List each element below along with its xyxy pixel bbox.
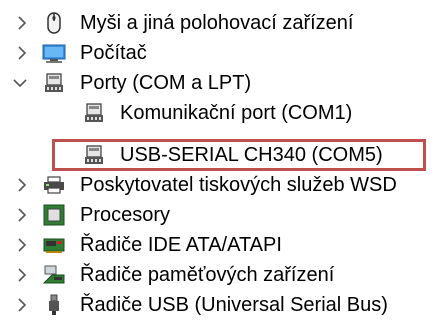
tree-item-label: Procesory: [80, 204, 171, 226]
port-icon: [82, 143, 106, 167]
chevron-right-icon[interactable]: [14, 177, 30, 193]
port-icon: [82, 101, 106, 125]
tree-item-storage-controllers[interactable]: Řadiče paměťových zařízení: [0, 260, 446, 290]
storage-controller-icon: [42, 263, 66, 287]
chevron-right-icon[interactable]: [14, 15, 30, 31]
tree-item-mice[interactable]: Myši a jiná polohovací zařízení: [0, 8, 446, 38]
processor-icon: [42, 203, 66, 227]
tree-item-label: Komunikační port (COM1): [120, 102, 353, 124]
tree-item-usb-serial-ch340[interactable]: USB-SERIAL CH340 (COM5): [0, 140, 446, 170]
tree-item-ide-controllers[interactable]: Řadiče IDE ATA/ATAPI: [0, 230, 446, 260]
device-tree: Myši a jiná polohovací zařízení Počítač: [0, 0, 446, 320]
tree-item-label: Poskytovatel tiskových služeb WSD: [80, 174, 397, 196]
chevron-right-icon[interactable]: [14, 237, 30, 253]
mouse-icon: [42, 11, 66, 35]
tree-item-label: Počítač: [80, 42, 147, 64]
tree-item-label: Řadiče USB (Universal Serial Bus): [80, 294, 388, 316]
chevron-right-icon[interactable]: [14, 207, 30, 223]
tree-item-label: Myši a jiná polohovací zařízení: [80, 12, 354, 34]
tree-item-print-providers[interactable]: Poskytovatel tiskových služeb WSD: [0, 170, 446, 200]
tree-item-ports[interactable]: Porty (COM a LPT): [0, 68, 446, 98]
tree-item-label: Řadiče IDE ATA/ATAPI: [80, 234, 282, 256]
chevron-right-icon[interactable]: [14, 45, 30, 61]
tree-item-computer[interactable]: Počítač: [0, 38, 446, 68]
ide-controller-icon: [42, 233, 66, 257]
port-icon: [42, 71, 66, 95]
chevron-right-icon[interactable]: [14, 297, 30, 313]
tree-item-label: Porty (COM a LPT): [80, 72, 252, 94]
tree-item-com1[interactable]: Komunikační port (COM1): [0, 98, 446, 128]
usb-icon: [42, 293, 66, 317]
tree-item-label: USB-SERIAL CH340 (COM5): [120, 144, 383, 166]
printer-icon: [42, 173, 66, 197]
chevron-down-icon[interactable]: [12, 75, 28, 91]
tree-item-label: Řadiče paměťových zařízení: [80, 264, 335, 286]
tree-item-usb-controllers[interactable]: Řadiče USB (Universal Serial Bus): [0, 290, 446, 320]
tree-item-processors[interactable]: Procesory: [0, 200, 446, 230]
computer-icon: [42, 41, 66, 65]
chevron-right-icon[interactable]: [14, 267, 30, 283]
